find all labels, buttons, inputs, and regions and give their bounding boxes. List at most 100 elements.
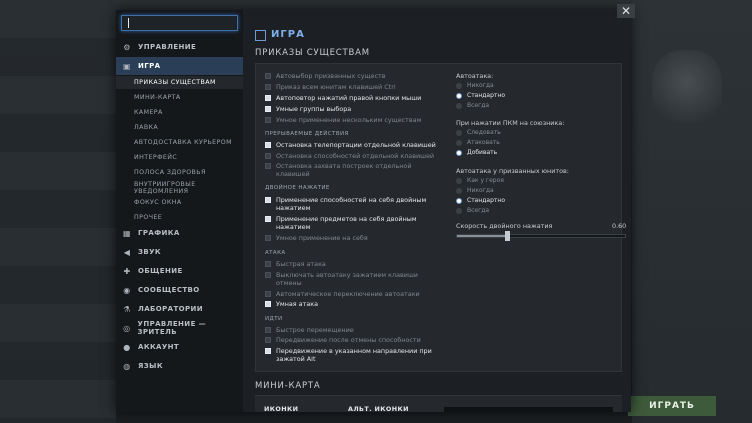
checkbox-label: Остановка способностей отдельной клавише… bbox=[276, 152, 435, 160]
checkbox-ctrl-all-units[interactable]: Приказ всем юнитам клавишей Ctrl bbox=[265, 83, 450, 91]
subitem-courier[interactable]: АВТОДОСТАВКА КУРЬЕРОМ bbox=[134, 136, 243, 149]
settings-sidebar: ⚙ УПРАВЛЕНИЕ ▣ ИГРА ПРИКАЗЫ СУЩЕСТВАМ МИ… bbox=[116, 10, 243, 412]
radio-label: Стандартно bbox=[467, 92, 506, 99]
radio-autoattack-always[interactable]: Всегда bbox=[456, 102, 489, 109]
checkbox-box bbox=[265, 272, 271, 278]
subitem-minimap[interactable]: МИНИ-КАРТА bbox=[134, 91, 243, 104]
checkbox-stop-abilities[interactable]: Остановка способностей отдельной клавише… bbox=[265, 152, 450, 160]
radio-label: Всегда bbox=[467, 102, 490, 109]
spectator-icon: ◎ bbox=[123, 323, 131, 333]
account-icon: ● bbox=[123, 342, 131, 352]
checkbox-label: Быстрое перемещение bbox=[276, 326, 354, 334]
sidebar-item-controls[interactable]: ⚙ УПРАВЛЕНИЕ bbox=[116, 38, 243, 56]
double-tap-speed-label: Скорость двойного нажатия bbox=[456, 222, 553, 230]
checkbox-label: Автовыбор призванных существ bbox=[276, 72, 386, 80]
sidebar-item-graphics[interactable]: ▦ ГРАФИКА bbox=[116, 224, 243, 242]
checkbox-box bbox=[265, 163, 271, 169]
subitem-window-focus[interactable]: ФОКУС ОКНА bbox=[134, 196, 243, 209]
checkbox-label: Быстрая атака bbox=[276, 260, 326, 268]
checkbox-box bbox=[265, 291, 271, 297]
checkbox-label: Выключать автоатаку зажатием клавиши отм… bbox=[276, 271, 418, 287]
checkbox-auto-toggle-autoattack[interactable]: Автоматическое переключение автоатаки bbox=[265, 290, 450, 298]
subitem-notifications[interactable]: ВНУТРИИГРОВЫЕ УВЕДОМЛЕНИЯ bbox=[134, 181, 243, 195]
sidebar-item-label: УПРАВЛЕНИЕ — ЗРИТЕЛЬ bbox=[137, 320, 206, 336]
checkbox-disable-autoattack-hold[interactable]: Выключать автоатаку зажатием клавиши отм… bbox=[265, 271, 440, 287]
radio-dot bbox=[456, 92, 462, 99]
sidebar-item-game[interactable]: ▣ ИГРА bbox=[116, 57, 243, 75]
play-button[interactable]: ИГРАТЬ bbox=[628, 396, 716, 416]
checkbox-box bbox=[265, 301, 271, 307]
checkbox-stop-teleport[interactable]: Остановка телепортации отдельной клавише… bbox=[265, 141, 450, 149]
radio-ally-follow[interactable]: Следовать bbox=[456, 129, 501, 136]
radio-summoned-like-hero[interactable]: Как у героя bbox=[456, 177, 504, 184]
settings-window: ⚙ УПРАВЛЕНИЕ ▣ ИГРА ПРИКАЗЫ СУЩЕСТВАМ МИ… bbox=[116, 10, 631, 413]
subitem-health-bar[interactable]: ПОЛОСА ЗДОРОВЬЯ bbox=[134, 166, 243, 179]
double-tap-speed-slider[interactable] bbox=[456, 231, 626, 241]
radio-ally-attack[interactable]: Атаковать bbox=[456, 139, 500, 146]
checkbox-smart-self-cast[interactable]: Умное применение на себя bbox=[265, 234, 450, 242]
checkbox-move-after-cancel[interactable]: Передвижение после отмены способности bbox=[265, 336, 450, 344]
language-icon: ◍ bbox=[123, 361, 131, 371]
checkbox-box bbox=[265, 95, 271, 101]
checkbox-label: Приказ всем юнитам клавишей Ctrl bbox=[276, 83, 396, 91]
checkbox-label: Остановка телепортации отдельной клавише… bbox=[276, 141, 436, 149]
controls-icon: ⚙ bbox=[123, 42, 131, 52]
checkbox-label: Автоматическое переключение автоатаки bbox=[276, 290, 420, 298]
close-button[interactable]: ✕ bbox=[617, 4, 635, 18]
group-title-interruptible: Прерываемые действия bbox=[265, 131, 349, 137]
checkbox-box bbox=[265, 235, 271, 241]
minimap-icons-column: ИКОНКИ bbox=[264, 405, 299, 413]
subitem-other[interactable]: ПРОЧЕЕ bbox=[134, 211, 243, 224]
checkbox-auto-select-summoned[interactable]: Автовыбор призванных существ bbox=[265, 72, 450, 80]
checkbox-smart-groups[interactable]: Умные группы выбора bbox=[265, 105, 450, 113]
labs-icon: ⚗ bbox=[123, 304, 131, 314]
subitem-interface[interactable]: ИНТЕРФЕЙС bbox=[134, 151, 243, 164]
radio-summoned-always[interactable]: Всегда bbox=[456, 207, 489, 214]
checkbox-alt-direction-move[interactable]: Передвижение в указанном направлении при… bbox=[265, 347, 440, 363]
checkbox-label: Умная атака bbox=[276, 300, 319, 308]
subitem-camera[interactable]: КАМЕРА bbox=[134, 106, 243, 119]
sidebar-item-account[interactable]: ● АККАУНТ bbox=[116, 338, 243, 356]
radio-dot bbox=[456, 197, 462, 204]
search-input[interactable] bbox=[121, 15, 238, 31]
sidebar-item-label: ОБЩЕНИЕ bbox=[138, 267, 183, 275]
radio-label: Следовать bbox=[467, 129, 501, 136]
checkbox-box bbox=[265, 73, 271, 79]
checkbox-double-tap-items[interactable]: Применение предметов на себя двойным наж… bbox=[265, 215, 440, 231]
checkbox-double-tap-abilities[interactable]: Применение способностей на себя двойным … bbox=[265, 196, 440, 212]
community-icon: ◉ bbox=[123, 285, 131, 295]
checkbox-box bbox=[265, 327, 271, 333]
radio-dot bbox=[456, 149, 462, 156]
radio-ally-deny[interactable]: Добивать bbox=[456, 149, 497, 156]
subitem-unit-orders[interactable]: ПРИКАЗЫ СУЩЕСТВАМ bbox=[116, 76, 243, 89]
checkbox-quick-move[interactable]: Быстрое перемещение bbox=[265, 326, 450, 334]
checkbox-quick-attack[interactable]: Быстрая атака bbox=[265, 260, 450, 268]
checkbox-label: Умное применение нескольким существам bbox=[276, 116, 422, 124]
game-icon: ▣ bbox=[123, 61, 131, 71]
sidebar-item-language[interactable]: ◍ ЯЗЫК bbox=[116, 357, 243, 375]
radio-autoattack-never[interactable]: Никогда bbox=[456, 82, 494, 89]
sidebar-item-labs[interactable]: ⚗ ЛАБОРАТОРИИ bbox=[116, 300, 243, 318]
subitem-shop[interactable]: ЛАВКА bbox=[134, 121, 243, 134]
checkbox-rmb-repeat[interactable]: Автоповтор нажатий правой кнопки мыши bbox=[265, 94, 450, 102]
checkbox-smart-attack[interactable]: Умная атака bbox=[265, 300, 450, 308]
checkbox-box bbox=[265, 261, 271, 267]
radio-label: Никогда bbox=[467, 82, 494, 89]
sidebar-item-spectator[interactable]: ◎ УПРАВЛЕНИЕ — ЗРИТЕЛЬ bbox=[116, 319, 243, 337]
checkbox-box bbox=[265, 197, 271, 203]
group-title-move: Идти bbox=[265, 316, 283, 322]
radio-summoned-never[interactable]: Никогда bbox=[456, 187, 494, 194]
radio-autoattack-standard[interactable]: Стандартно bbox=[456, 92, 505, 99]
checkbox-box bbox=[265, 337, 271, 343]
radio-dot bbox=[456, 139, 462, 146]
sidebar-item-chat[interactable]: ✚ ОБЩЕНИЕ bbox=[116, 262, 243, 280]
radio-dot bbox=[456, 82, 462, 89]
checkbox-stop-capture[interactable]: Остановка захвата построек отдельной кла… bbox=[265, 162, 440, 178]
slider-handle[interactable] bbox=[505, 231, 511, 241]
radio-summoned-standard[interactable]: Стандартно bbox=[456, 197, 505, 204]
sidebar-item-community[interactable]: ◉ СООБЩЕСТВО bbox=[116, 281, 243, 299]
checkbox-smart-multi-cast[interactable]: Умное применение нескольким существам bbox=[265, 116, 450, 124]
background-left-panel bbox=[0, 0, 116, 423]
radio-dot bbox=[456, 207, 462, 214]
sidebar-item-sound[interactable]: ◀ ЗВУК bbox=[116, 243, 243, 261]
